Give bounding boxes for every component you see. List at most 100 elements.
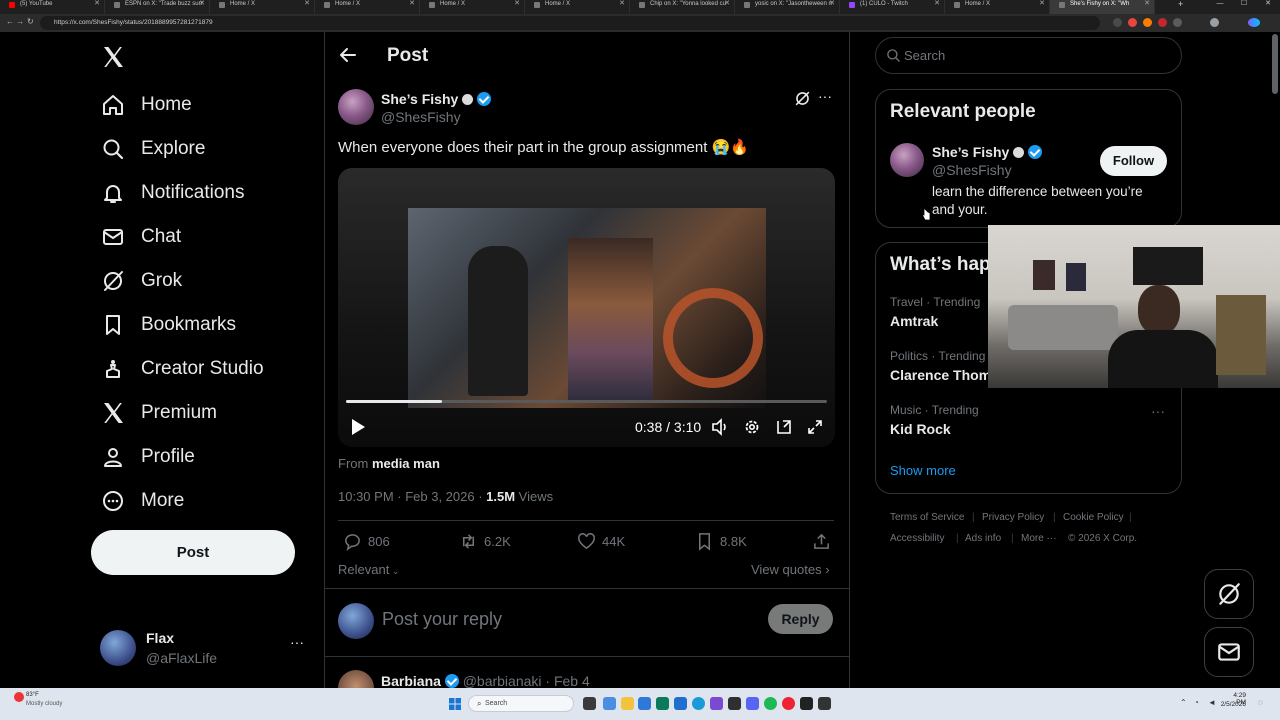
nav-explore[interactable]: Explore bbox=[101, 134, 205, 164]
person-avatar[interactable] bbox=[890, 143, 924, 177]
network-icon[interactable]: ⌃ bbox=[1180, 698, 1187, 707]
footer-link[interactable]: Cookie Policy bbox=[1063, 512, 1124, 523]
close-icon[interactable]: ✕ bbox=[94, 0, 100, 8]
extension-icon[interactable] bbox=[1113, 18, 1122, 27]
fullscreen-icon[interactable] bbox=[806, 418, 824, 436]
footer-link[interactable]: Accessibility bbox=[890, 533, 944, 544]
trend-item[interactable]: Politics · Trending Clarence Thoma bbox=[890, 349, 999, 383]
notification-bell-icon[interactable]: ◌ bbox=[1258, 698, 1263, 707]
nav-bookmarks[interactable]: Bookmarks bbox=[101, 310, 236, 340]
trend-item[interactable]: Travel · Trending Amtrak bbox=[890, 295, 980, 329]
repost-button[interactable]: 6.2K bbox=[459, 532, 511, 551]
volume-icon[interactable] bbox=[711, 418, 729, 436]
spotify-icon[interactable] bbox=[764, 697, 777, 710]
account-switcher[interactable]: Flax @aFlaxLife ··· bbox=[100, 628, 310, 670]
footer-link[interactable]: More ··· bbox=[1021, 533, 1057, 544]
nav-premium[interactable]: Premium bbox=[101, 398, 217, 428]
scrollbar-thumb[interactable] bbox=[1272, 34, 1278, 94]
discord-icon[interactable] bbox=[746, 697, 759, 710]
video-player[interactable]: 0:38 / 3:10 bbox=[338, 168, 835, 447]
post-button[interactable]: Post bbox=[91, 530, 295, 575]
browser-tab[interactable]: Home / X ✕ bbox=[945, 0, 1050, 14]
app-icon[interactable] bbox=[818, 697, 831, 710]
reply-button[interactable]: Reply bbox=[768, 604, 833, 634]
file-explorer-icon[interactable] bbox=[621, 697, 634, 710]
windows-start-icon[interactable] bbox=[449, 697, 461, 710]
follow-button[interactable]: Follow bbox=[1100, 146, 1167, 176]
nav-chat[interactable]: Chat bbox=[101, 222, 181, 252]
browser-tab[interactable]: (1) CULO - Twitch ✕ bbox=[840, 0, 945, 14]
back-icon[interactable]: ← bbox=[6, 17, 14, 26]
weather-temp[interactable]: 83°F bbox=[26, 692, 39, 698]
play-icon[interactable] bbox=[350, 418, 366, 436]
like-button[interactable]: 44K bbox=[577, 532, 625, 551]
minimize-icon[interactable]: — bbox=[1208, 0, 1232, 14]
browser-tab-active[interactable]: She's Fishy on X: "Wh ✕ bbox=[1050, 0, 1155, 14]
extension-icon[interactable] bbox=[1173, 18, 1182, 27]
share-icon[interactable] bbox=[812, 532, 831, 551]
app-icon[interactable] bbox=[656, 697, 669, 710]
app-icon[interactable] bbox=[728, 697, 741, 710]
extension-icon[interactable] bbox=[1158, 18, 1167, 27]
settings-gear-icon[interactable] bbox=[743, 418, 761, 436]
trend-item[interactable]: Music · Trending Kid Rock bbox=[890, 403, 979, 437]
show-more-link[interactable]: Show more bbox=[890, 463, 956, 478]
nav-home[interactable]: Home bbox=[101, 90, 192, 120]
search-input[interactable]: Search bbox=[875, 37, 1182, 74]
reply-author-row[interactable]: Barbiana @barbianaki · Feb 4 bbox=[381, 673, 590, 689]
x-logo-icon[interactable] bbox=[101, 45, 125, 69]
browser-tab[interactable]: Home / X ✕ bbox=[210, 0, 315, 14]
close-icon[interactable]: ✕ bbox=[934, 0, 940, 8]
author-handle[interactable]: @ShesFishy bbox=[381, 109, 461, 125]
browser-tab[interactable]: (5) YouTube ✕ bbox=[0, 0, 105, 14]
post-more-icon[interactable]: ··· bbox=[818, 88, 832, 104]
author-name-row[interactable]: She’s Fishy bbox=[381, 91, 492, 107]
browser-tab[interactable]: Home / X ✕ bbox=[420, 0, 525, 14]
app-icon[interactable] bbox=[782, 697, 795, 710]
nav-grok[interactable]: Grok bbox=[101, 266, 182, 296]
nav-profile[interactable]: Profile bbox=[101, 442, 195, 472]
video-progress-track[interactable] bbox=[346, 400, 827, 403]
new-tab-icon[interactable]: + bbox=[1178, 0, 1183, 9]
messages-fab[interactable] bbox=[1204, 627, 1254, 677]
task-view-icon[interactable] bbox=[583, 697, 596, 710]
source-link[interactable]: media man bbox=[372, 456, 440, 471]
footer-link[interactable]: Privacy Policy bbox=[982, 512, 1044, 523]
extension-icon[interactable] bbox=[1128, 18, 1137, 27]
edge-icon[interactable] bbox=[692, 697, 705, 710]
clock-date[interactable]: 2/5/2026 bbox=[1218, 701, 1246, 708]
back-arrow-icon[interactable] bbox=[338, 45, 358, 65]
footer-link[interactable]: Terms of Service bbox=[890, 512, 964, 523]
copilot-icon[interactable] bbox=[1248, 18, 1260, 27]
nav-more[interactable]: More bbox=[101, 486, 184, 516]
nav-notifications[interactable]: Notifications bbox=[101, 178, 245, 208]
close-icon[interactable]: ✕ bbox=[829, 0, 835, 8]
app-icon[interactable] bbox=[638, 697, 651, 710]
profile-avatar-icon[interactable] bbox=[1210, 18, 1219, 27]
maximize-icon[interactable]: ☐ bbox=[1232, 0, 1256, 14]
nav-creator-studio[interactable]: Creator Studio bbox=[101, 354, 264, 384]
bookmark-button[interactable]: 8.8K bbox=[695, 532, 747, 551]
close-icon[interactable]: ✕ bbox=[304, 0, 310, 8]
view-quotes-link[interactable]: View quotes › bbox=[751, 562, 830, 577]
url-field[interactable]: https://x.com/ShesFishy/status/201888995… bbox=[40, 16, 1100, 30]
trend-more-icon[interactable]: ··· bbox=[1151, 403, 1165, 419]
reply-input[interactable]: Post your reply bbox=[382, 609, 502, 630]
person-handle[interactable]: @ShesFishy bbox=[932, 162, 1012, 178]
taskbar-search[interactable]: ⌕ Search bbox=[468, 695, 574, 712]
browser-tab[interactable]: Home / X ✕ bbox=[525, 0, 630, 14]
close-window-icon[interactable]: ✕ bbox=[1256, 0, 1280, 14]
close-icon[interactable]: ✕ bbox=[1144, 0, 1150, 8]
close-icon[interactable]: ✕ bbox=[724, 0, 730, 8]
more-icon[interactable]: ··· bbox=[290, 634, 304, 650]
grok-fab[interactable] bbox=[1204, 569, 1254, 619]
app-icon[interactable] bbox=[674, 697, 687, 710]
browser-tab[interactable]: Chip on X: "Yonna looked cu ✕ bbox=[630, 0, 735, 14]
footer-link[interactable]: Ads info bbox=[965, 533, 1001, 544]
close-icon[interactable]: ✕ bbox=[199, 0, 205, 8]
reload-icon[interactable]: ↻ bbox=[27, 17, 34, 26]
author-avatar[interactable] bbox=[338, 89, 374, 125]
sort-dropdown[interactable]: Relevant ⌄ bbox=[338, 562, 399, 577]
picture-in-picture-icon[interactable] bbox=[775, 418, 793, 436]
volume-icon[interactable]: ◄ bbox=[1208, 698, 1216, 707]
